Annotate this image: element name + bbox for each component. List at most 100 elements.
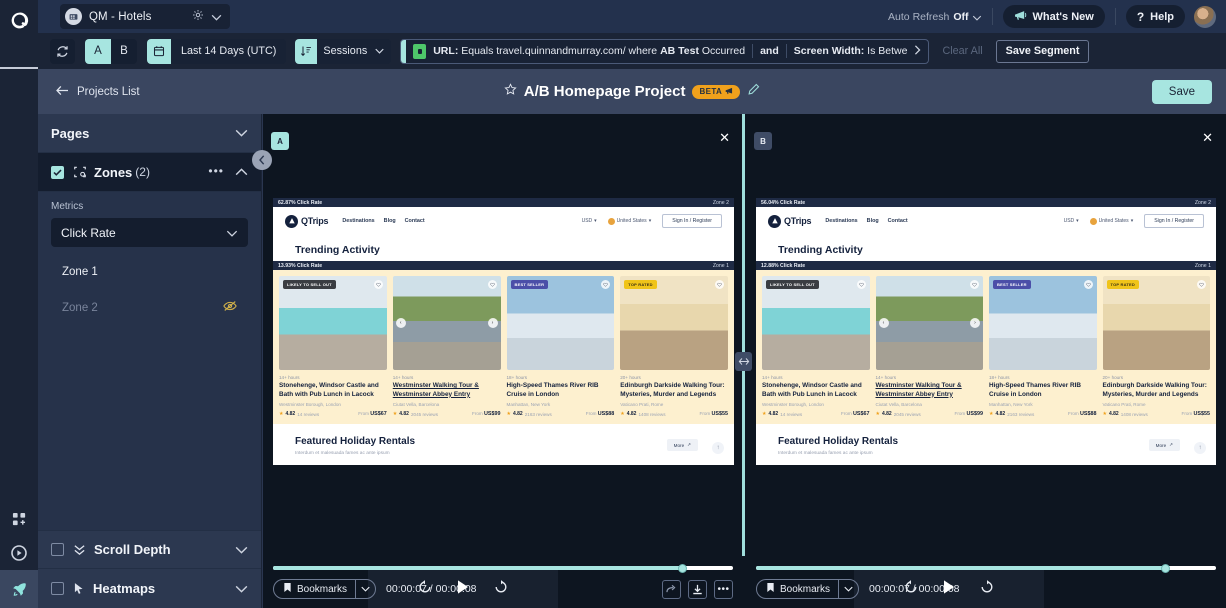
- clear-all-button[interactable]: Clear All: [942, 45, 982, 57]
- variant-badge-a[interactable]: A: [271, 132, 289, 150]
- download-icon[interactable]: [688, 579, 707, 599]
- projects-list-back-link[interactable]: Projects List: [56, 83, 140, 101]
- nav-link-destinations[interactable]: Destinations: [342, 218, 374, 224]
- panel-resize-handle[interactable]: [735, 352, 752, 371]
- nav-link-contact[interactable]: Contact: [888, 218, 908, 224]
- save-button[interactable]: Save: [1151, 79, 1212, 104]
- auto-refresh-value[interactable]: Off: [953, 11, 968, 23]
- carousel-next-icon[interactable]: ›: [970, 318, 980, 328]
- favorite-heart-icon[interactable]: [1083, 280, 1093, 289]
- sidebar-collapse-toggle[interactable]: [252, 150, 272, 170]
- bookmarks-main[interactable]: Bookmarks: [274, 580, 355, 598]
- tour-title[interactable]: Edinburgh Darkside Walking Tour: Mysteri…: [1103, 382, 1211, 399]
- segment-filter[interactable]: URL: Equals travel.quinnandmurray.com/ w…: [400, 38, 930, 64]
- tour-card[interactable]: TOP RATED 20+ hours Edinburgh Darkside W…: [620, 276, 728, 417]
- chevron-down-icon[interactable]: [235, 580, 248, 598]
- hamburger-icon[interactable]: [0, 55, 39, 81]
- sessions-dropdown[interactable]: Sessions: [295, 38, 392, 64]
- tour-card[interactable]: BEST SELLER 18+ hours High-Speed Thames …: [506, 276, 615, 417]
- tour-card[interactable]: BEST SELLER 18+ hours High-Speed Thames …: [989, 276, 1097, 417]
- forward-10-icon[interactable]: [493, 579, 509, 600]
- favorite-heart-icon[interactable]: [487, 280, 497, 289]
- gear-icon[interactable]: [192, 8, 204, 26]
- country-selector[interactable]: United States ▾: [1089, 217, 1133, 225]
- ellipsis-icon[interactable]: •••: [208, 165, 224, 177]
- tour-title[interactable]: Stonehenge, Windsor Castle and Bath with…: [762, 382, 870, 399]
- play-icon[interactable]: [456, 579, 470, 600]
- chevron-down-icon[interactable]: [235, 541, 248, 559]
- status-badge[interactable]: BETA: [692, 84, 741, 99]
- more-button[interactable]: More ↗: [1148, 439, 1180, 452]
- variant-b-toggle[interactable]: B: [111, 38, 137, 64]
- chevron-right-icon[interactable]: [914, 42, 921, 60]
- play-circle-icon[interactable]: [0, 536, 38, 570]
- chevron-up-icon[interactable]: [235, 163, 248, 181]
- tour-card[interactable]: LIKELY TO SELL OUT 14+ hours Stonehenge,…: [762, 276, 870, 417]
- nav-link-destinations[interactable]: Destinations: [825, 218, 857, 224]
- share-icon[interactable]: [662, 579, 681, 599]
- date-range-picker[interactable]: Last 14 Days (UTC): [147, 38, 287, 64]
- tour-card[interactable]: LIKELY TO SELL OUT 14+ hours Stonehenge,…: [279, 276, 387, 417]
- project-selector[interactable]: QM - Hotels: [60, 4, 230, 29]
- list-item-zone-2[interactable]: Zone 2: [51, 290, 248, 326]
- bookmarks-dropdown[interactable]: Bookmarks: [273, 579, 377, 599]
- tour-card[interactable]: TOP RATED 20+ hours Edinburgh Darkside W…: [1102, 276, 1211, 417]
- tour-card[interactable]: ‹ › 14+ hours Westminster Walking Tour &…: [392, 276, 501, 417]
- chevron-down-icon[interactable]: [839, 580, 858, 598]
- tour-title[interactable]: High-Speed Thames River RIB Cruise in Lo…: [507, 382, 615, 399]
- sidebar-item-heatmaps[interactable]: Heatmaps: [38, 569, 261, 608]
- tour-card[interactable]: ‹ › 14+ hours Westminster Walking Tour &…: [875, 276, 984, 417]
- bookmarks-main[interactable]: Bookmarks: [757, 580, 838, 598]
- chevron-down-icon[interactable]: [211, 8, 222, 26]
- zones-checkbox[interactable]: [51, 165, 64, 179]
- currency-selector[interactable]: USD ▾: [582, 218, 597, 224]
- chevron-down-icon[interactable]: [356, 580, 375, 598]
- play-icon[interactable]: [942, 579, 956, 600]
- help-button[interactable]: ? Help: [1125, 5, 1185, 28]
- favorite-heart-icon[interactable]: [1197, 280, 1206, 289]
- ellipsis-icon[interactable]: •••: [714, 579, 733, 599]
- favorite-heart-icon[interactable]: [970, 280, 979, 289]
- close-icon[interactable]: ✕: [1202, 131, 1213, 144]
- user-avatar[interactable]: [1194, 5, 1216, 28]
- whats-new-button[interactable]: What's New: [1002, 5, 1105, 28]
- eye-off-icon[interactable]: [223, 299, 237, 317]
- panel-a-stage[interactable]: 62.87% Click Rate Zone 2 QTrips Destinat…: [273, 198, 734, 608]
- panel-b-stage[interactable]: 56.04% Click Rate Zone 2 QTrips Destinat…: [756, 198, 1216, 608]
- chevron-down-icon[interactable]: [235, 124, 248, 142]
- rewind-10-icon[interactable]: [903, 579, 919, 600]
- nav-link-contact[interactable]: Contact: [405, 218, 425, 224]
- signin-register-button[interactable]: Sign In / Register: [1144, 214, 1204, 228]
- tour-title[interactable]: Edinburgh Darkside Walking Tour: Mysteri…: [620, 382, 728, 399]
- nav-link-blog[interactable]: Blog: [384, 218, 396, 224]
- favorite-heart-icon[interactable]: [856, 280, 866, 289]
- favorite-heart-icon[interactable]: [601, 280, 611, 289]
- signin-register-button[interactable]: Sign In / Register: [662, 214, 722, 228]
- carousel-next-icon[interactable]: ›: [487, 318, 498, 328]
- favorite-heart-icon[interactable]: [373, 280, 383, 289]
- sidebar-item-scroll-depth[interactable]: Scroll Depth: [38, 530, 261, 569]
- tour-title[interactable]: Westminster Walking Tour & Westminster A…: [876, 382, 984, 399]
- bookmarks-dropdown[interactable]: Bookmarks: [756, 579, 860, 599]
- add-apps-icon[interactable]: [0, 502, 38, 536]
- chevron-down-icon[interactable]: [972, 8, 982, 26]
- carousel-prev-icon[interactable]: ‹: [395, 318, 406, 328]
- more-button[interactable]: More ↗: [666, 439, 698, 452]
- rocket-icon[interactable]: [0, 570, 38, 608]
- pencil-icon[interactable]: [747, 83, 760, 101]
- favorite-heart-icon[interactable]: [715, 280, 724, 289]
- tour-title[interactable]: Westminster Walking Tour & Westminster A…: [393, 382, 501, 399]
- metric-select[interactable]: Click Rate: [51, 218, 248, 247]
- list-item-zone-1[interactable]: Zone 1: [51, 254, 248, 290]
- forward-10-icon[interactable]: [979, 579, 995, 600]
- tour-title[interactable]: Stonehenge, Windsor Castle and Bath with…: [279, 382, 387, 399]
- currency-selector[interactable]: USD ▾: [1064, 218, 1079, 224]
- quantum-metric-logo[interactable]: [0, 6, 38, 34]
- variant-badge-b[interactable]: B: [754, 132, 772, 150]
- nav-link-blog[interactable]: Blog: [867, 218, 879, 224]
- save-segment-button[interactable]: Save Segment: [995, 39, 1090, 63]
- heatmaps-checkbox[interactable]: [51, 582, 64, 595]
- refresh-icon[interactable]: [50, 38, 75, 64]
- carousel-prev-icon[interactable]: ‹: [878, 318, 889, 328]
- country-selector[interactable]: United States ▾: [607, 217, 651, 225]
